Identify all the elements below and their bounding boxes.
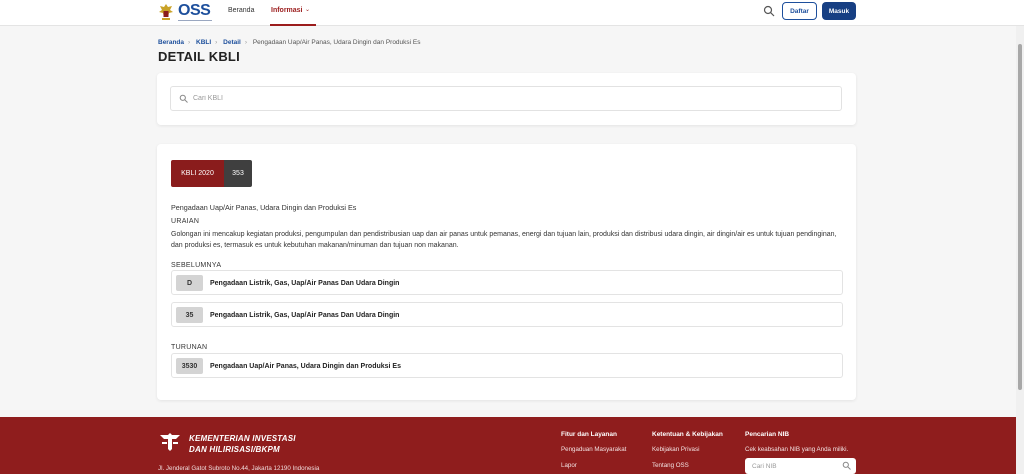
- nib-search-input[interactable]: [752, 461, 832, 471]
- breadcrumb-current: Pengadaan Uap/Air Panas, Udara Dingin da…: [252, 39, 421, 46]
- breadcrumb-separator: ›: [244, 39, 248, 46]
- kbli-row-code: 35: [176, 307, 203, 323]
- sebelumnya-item[interactable]: 35 Pengadaan Listrik, Gas, Uap/Air Panas…: [171, 302, 843, 327]
- sebelumnya-label: SEBELUMNYA: [171, 262, 222, 269]
- footer-title-ketentuan: Ketentuan & Kebijakan: [652, 431, 723, 438]
- kbli-name: Pengadaan Uap/Air Panas, Udara Dingin da…: [171, 203, 357, 212]
- footer-nib-description: Cek keabsahan NIB yang Anda miliki.: [745, 446, 849, 453]
- footer-link-pengaduan[interactable]: Pengaduan Masyarakat: [561, 446, 626, 453]
- footer-link-tentang[interactable]: Tentang OSS: [652, 462, 689, 469]
- ministry-line-2: DAN HILIRISASI/BKPM: [189, 445, 280, 454]
- nav-informasi[interactable]: Informasi: [271, 6, 303, 16]
- garuda-emblem-icon[interactable]: [158, 3, 174, 21]
- oss-logo-underline: [178, 20, 212, 21]
- masuk-button[interactable]: Masuk: [822, 2, 856, 20]
- chevron-down-icon[interactable]: ⌄: [305, 5, 310, 15]
- search-kbli-input[interactable]: [193, 92, 793, 104]
- ministry-line-1: KEMENTERIAN INVESTASI: [189, 434, 296, 443]
- uraian-text: Golongan ini mencakup kegiatan produksi,…: [171, 231, 837, 249]
- footer-ministry-name: KEMENTERIAN INVESTASI DAN HILIRISASI/BKP…: [189, 433, 296, 455]
- oss-logo-text: OSS: [178, 2, 211, 19]
- footer-link-lapor[interactable]: Lapor: [561, 462, 577, 469]
- footer-title-nib: Pencarian NIB: [745, 431, 790, 438]
- uraian-label: URAIAN: [171, 218, 200, 225]
- search-icon[interactable]: [842, 461, 851, 470]
- kbli-version-badge: KBLI 2020: [171, 160, 224, 187]
- scrollbar-thumb[interactable]: [1018, 44, 1022, 390]
- breadcrumb-beranda[interactable]: Beranda: [158, 39, 184, 46]
- breadcrumb: Beranda › KBLI › Detail › Pengadaan Uap/Air…: [158, 38, 425, 47]
- search-icon[interactable]: [763, 5, 775, 17]
- kbli-code-badge: 353: [224, 160, 252, 187]
- kbli-row-title: Pengadaan Listrik, Gas, Uap/Air Panas Da…: [210, 312, 400, 319]
- kbli-row-title: Pengadaan Uap/Air Panas, Udara Dingin da…: [210, 363, 401, 370]
- footer: [0, 417, 1016, 474]
- footer-title-fitur: Fitur dan Layanan: [561, 431, 617, 438]
- nav-active-indicator: [270, 24, 316, 26]
- footer-link-privasi[interactable]: Kebijakan Privasi: [652, 446, 699, 453]
- breadcrumb-kbli[interactable]: KBLI: [196, 39, 211, 46]
- page-title: DETAIL KBLI: [158, 49, 240, 64]
- search-icon: [179, 94, 188, 103]
- turunan-label: TURUNAN: [171, 344, 208, 351]
- daftar-button[interactable]: Daftar: [782, 2, 817, 20]
- breadcrumb-detail[interactable]: Detail: [223, 39, 241, 46]
- turunan-item[interactable]: 3530 Pengadaan Uap/Air Panas, Udara Ding…: [171, 353, 843, 378]
- kbli-row-code: 3530: [176, 358, 203, 374]
- nav-beranda[interactable]: Beranda: [228, 6, 254, 16]
- footer-address: Jl. Jenderal Gatot Subroto No.44, Jakart…: [158, 465, 320, 472]
- breadcrumb-separator: ›: [215, 39, 218, 46]
- kementerian-logo-icon: [160, 433, 180, 451]
- kbli-row-code: D: [176, 275, 203, 291]
- breadcrumb-separator: ›: [188, 39, 191, 46]
- kbli-row-title: Pengadaan Listrik, Gas, Uap/Air Panas Da…: [210, 280, 400, 287]
- top-navbar: OSS Beranda Informasi ⌄ Daftar Masuk: [0, 0, 1024, 26]
- oss-logo[interactable]: OSS: [178, 2, 214, 22]
- sebelumnya-item[interactable]: D Pengadaan Listrik, Gas, Uap/Air Panas …: [171, 270, 843, 295]
